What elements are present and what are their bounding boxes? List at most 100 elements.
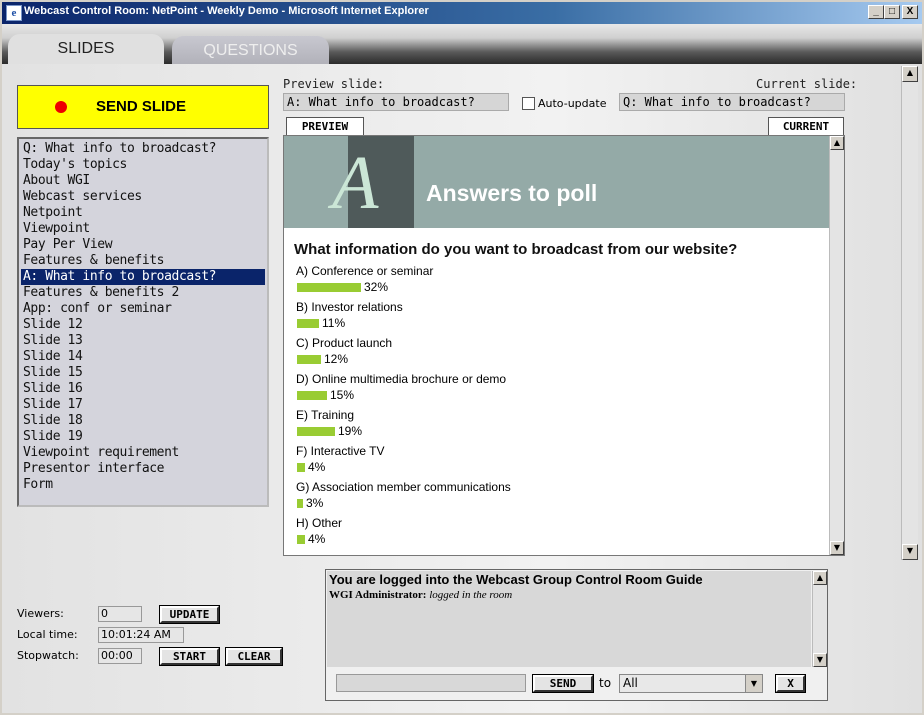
local-time-field: 10:01:24 AM <box>98 627 184 643</box>
slide-header: A Answers to poll <box>284 136 829 228</box>
tab-preview[interactable]: PREVIEW <box>286 117 364 136</box>
slide-list-item[interactable]: Slide 17 <box>21 397 265 413</box>
poll-answer-bar <box>297 391 327 400</box>
chat-close-button[interactable]: X <box>775 674 806 693</box>
update-button[interactable]: UPDATE <box>159 605 220 624</box>
poll-answer-label: E) Training <box>296 408 355 422</box>
tab-questions[interactable]: QUESTIONS <box>172 36 329 66</box>
auto-update-checkbox[interactable] <box>522 97 535 110</box>
poll-answer-bar <box>297 499 303 508</box>
slide-list-item[interactable]: Viewpoint <box>21 221 265 237</box>
poll-answer-label: C) Product launch <box>296 336 393 350</box>
chat-recipient-select[interactable]: All ▼ <box>619 674 763 693</box>
window-title: Webcast Control Room: NetPoint - Weekly … <box>24 5 429 17</box>
slide-list-item[interactable]: Form <box>21 477 265 493</box>
poll-answer-percent: 3% <box>306 496 324 510</box>
ie-logo-icon: e <box>6 5 22 21</box>
chevron-down-icon[interactable]: ▼ <box>745 675 762 692</box>
chat-header: You are logged into the Webcast Group Co… <box>329 572 703 587</box>
scroll-down-icon[interactable]: ▼ <box>830 541 844 555</box>
local-time-label: Local time: <box>17 628 78 641</box>
poll-answer-label: D) Online multimedia brochure or demo <box>296 372 507 386</box>
poll-answer-row: D) Online multimedia brochure or demo 15% <box>296 372 816 408</box>
slide-list-item[interactable]: Slide 19 <box>21 429 265 445</box>
slide-list-item[interactable]: Presentor interface <box>21 461 265 477</box>
preview-scrollbar[interactable]: ▲ ▼ <box>829 136 844 555</box>
slide-list-item[interactable]: App: conf or seminar <box>21 301 265 317</box>
slide-list-item[interactable]: Slide 18 <box>21 413 265 429</box>
minimize-button[interactable]: _ <box>868 5 884 19</box>
poll-answer-bar <box>297 427 335 436</box>
slide-list-item[interactable]: Slide 16 <box>21 381 265 397</box>
chat-panel: You are logged into the Webcast Group Co… <box>325 569 828 701</box>
page-scroll-up-icon[interactable]: ▲ <box>902 66 918 82</box>
poll-answer-bar <box>297 535 305 544</box>
poll-answer-percent: 32% <box>364 280 389 294</box>
slide-title: Answers to poll <box>426 180 598 206</box>
chat-send-button[interactable]: SEND <box>532 674 594 693</box>
auto-update-label: Auto-update <box>538 97 607 110</box>
poll-answer-row: A) Conference or seminar 32% <box>296 264 816 300</box>
logo-letter: A <box>332 141 379 225</box>
send-slide-button[interactable]: SEND SLIDE <box>17 85 269 129</box>
slide-list-item[interactable]: Pay Per View <box>21 237 265 253</box>
chat-scrollbar[interactable]: ▲ ▼ <box>812 571 827 667</box>
clear-button[interactable]: CLEAR <box>225 647 283 666</box>
slide-list-item[interactable]: Features & benefits <box>21 253 265 269</box>
chat-text: logged in the room <box>429 589 513 601</box>
poll-answer-row: E) Training 19% <box>296 408 816 444</box>
tab-slides[interactable]: SLIDES <box>8 34 164 66</box>
slide-list-item[interactable]: Netpoint <box>21 205 265 221</box>
chat-to-label: to <box>599 676 612 690</box>
send-slide-label: SEND SLIDE <box>96 98 187 115</box>
current-slide-label: Current slide: <box>756 77 858 91</box>
slide-list-item[interactable]: Features & benefits 2 <box>21 285 265 301</box>
poll-answer-row: F) Interactive TV 4% <box>296 444 816 480</box>
record-dot-icon <box>55 101 67 113</box>
title-bar: e Webcast Control Room: NetPoint - Weekl… <box>0 0 924 24</box>
slide-list-item[interactable]: Slide 12 <box>21 317 265 333</box>
chat-sender: WGI Administrator: <box>329 589 427 601</box>
stopwatch-field: 00:00 <box>98 648 142 664</box>
chat-recipient-value: All <box>623 676 638 690</box>
maximize-button[interactable]: □ <box>884 5 900 19</box>
poll-answer-row: C) Product launch 12% <box>296 336 816 372</box>
slide-list-item[interactable]: Viewpoint requirement <box>21 445 265 461</box>
chat-scroll-up-icon[interactable]: ▲ <box>813 571 827 585</box>
slide-list-item[interactable]: Slide 14 <box>21 349 265 365</box>
chat-message-input[interactable] <box>336 674 526 692</box>
slide-list-item[interactable]: Q: What info to broadcast? <box>21 141 265 157</box>
poll-answer-row: H) Other 4% <box>296 516 816 552</box>
scroll-up-icon[interactable]: ▲ <box>830 136 844 150</box>
tab-current[interactable]: CURRENT <box>768 117 844 136</box>
poll-answer-percent: 11% <box>322 316 346 330</box>
chat-log: You are logged into the Webcast Group Co… <box>327 571 811 667</box>
poll-answer-row: B) Investor relations 11% <box>296 300 816 336</box>
poll-question: What information do you want to broadcas… <box>294 241 738 258</box>
poll-answer-percent: 12% <box>324 352 349 366</box>
poll-answer-percent: 19% <box>338 424 363 438</box>
poll-answer-label: F) Interactive TV <box>296 444 385 458</box>
slide-list[interactable]: Q: What info to broadcast? Today's topics… <box>17 137 269 507</box>
poll-answer-percent: 4% <box>308 532 326 546</box>
slide-list-item[interactable]: A: What info to broadcast? <box>21 269 265 285</box>
page-scroll-down-icon[interactable]: ▼ <box>902 544 918 560</box>
slide-list-item[interactable]: About WGI <box>21 173 265 189</box>
poll-answer-label: H) Other <box>296 516 343 530</box>
poll-answer-percent: 15% <box>330 388 355 402</box>
slide-list-item[interactable]: Today's topics <box>21 157 265 173</box>
poll-answer-bar <box>297 283 361 292</box>
slide-preview: A Answers to poll What information do yo… <box>283 135 845 556</box>
poll-answer-row: G) Association member communications 3% <box>296 480 816 516</box>
close-window-button[interactable]: X <box>902 5 918 19</box>
chat-scroll-down-icon[interactable]: ▼ <box>813 653 827 667</box>
chat-message: WGI Administrator: logged in the room <box>329 589 512 601</box>
slide-list-item[interactable]: Slide 13 <box>21 333 265 349</box>
page-scrollbar[interactable]: ▲ ▼ <box>901 66 918 560</box>
slide-list-item[interactable]: Webcast services <box>21 189 265 205</box>
poll-answer-label: G) Association member communications <box>296 480 511 494</box>
poll-answer-bar <box>297 355 321 364</box>
start-button[interactable]: START <box>159 647 220 666</box>
slide-list-item[interactable]: Slide 15 <box>21 365 265 381</box>
viewers-field: 0 <box>98 606 142 622</box>
